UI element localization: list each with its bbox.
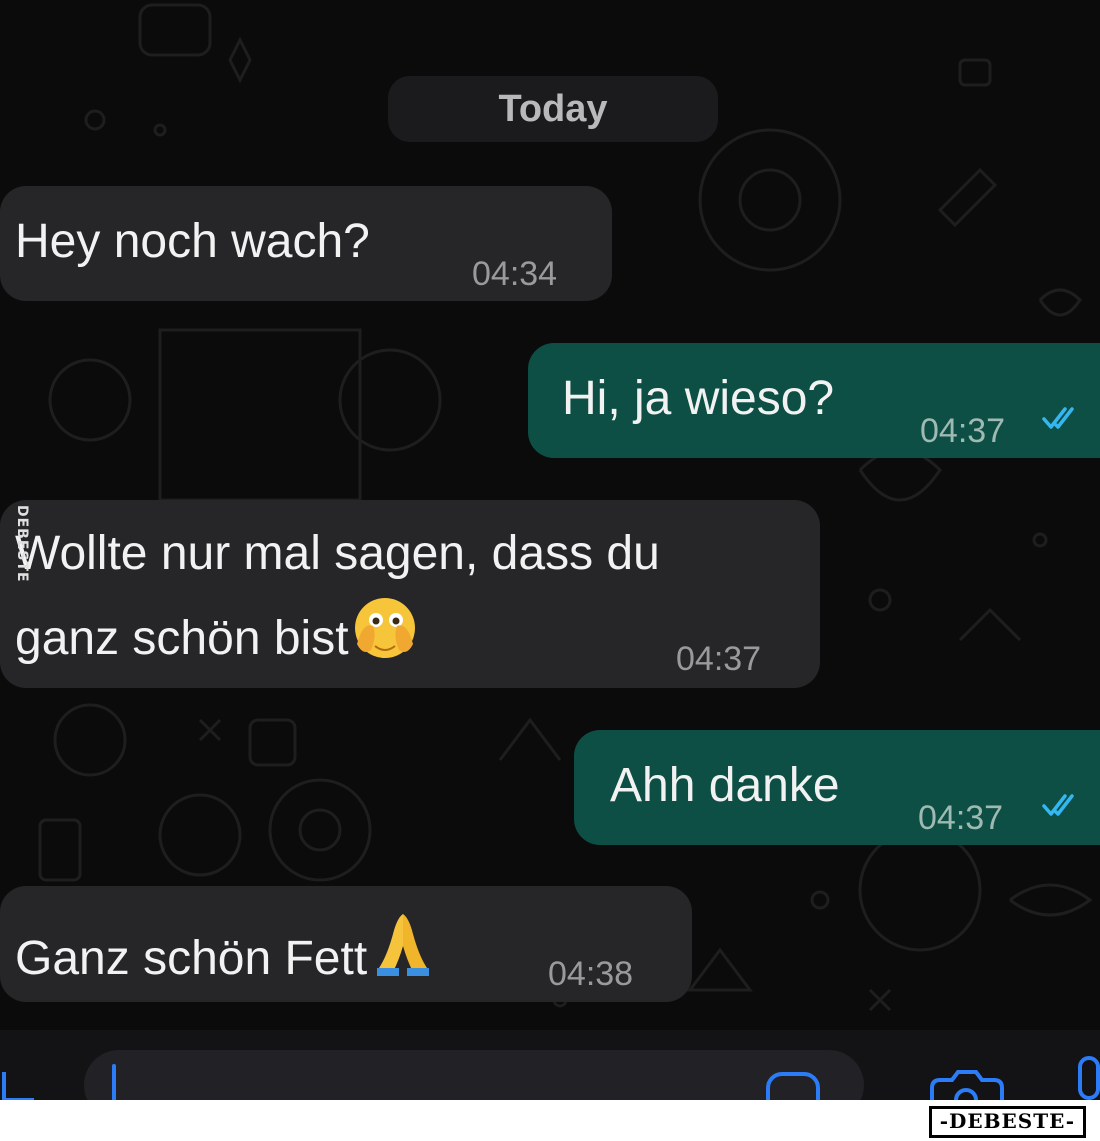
message-text: Hi, ja wieso? xyxy=(562,372,835,425)
face-hand-over-mouth-emoji xyxy=(354,598,415,658)
debeste-watermark: -DEBESTE- xyxy=(928,1106,1086,1138)
footer-bar: -DEBESTE- xyxy=(0,1100,1100,1141)
message-composer xyxy=(0,1030,1100,1120)
message-text-line1: Wollte nur mal sagen, dass du xyxy=(15,527,660,580)
message-bubble-outgoing[interactable]: Hi, ja wieso? 04:37 xyxy=(528,343,1100,458)
message-bubble-incoming[interactable]: Wollte nur mal sagen, dass du ganz schön… xyxy=(0,500,820,688)
date-separator: Today xyxy=(388,76,718,142)
message-text-line2: ganz schön bist xyxy=(15,594,421,671)
folded-hands-emoji xyxy=(377,914,430,976)
message-text-label: Ganz schön Fett xyxy=(15,932,368,985)
double-check-icon xyxy=(1042,407,1074,429)
message-text: Ganz schön Fett xyxy=(15,910,439,991)
message-time: 04:37 xyxy=(920,412,1006,450)
text-caret xyxy=(112,1064,116,1104)
message-time: 04:37 xyxy=(676,640,762,678)
plus-icon[interactable] xyxy=(0,1064,40,1104)
message-bubble-incoming[interactable]: Hey noch wach? 04:34 xyxy=(0,186,612,301)
message-text: Ahh danke xyxy=(610,759,840,812)
message-time: 04:34 xyxy=(472,255,558,293)
double-check-icon xyxy=(1042,794,1074,816)
microphone-icon[interactable] xyxy=(1074,1054,1100,1104)
message-text-line2-label: ganz schön bist xyxy=(15,612,349,665)
date-separator-label: Today xyxy=(498,87,608,130)
message-time: 04:38 xyxy=(548,955,634,993)
message-bubble-outgoing[interactable]: Ahh danke 04:37 xyxy=(574,730,1100,845)
message-text: Hey noch wach? xyxy=(15,215,370,268)
message-time: 04:37 xyxy=(918,799,1004,837)
message-bubble-incoming[interactable]: Ganz schön Fett 04:38 xyxy=(0,886,692,1002)
side-watermark: DEBESTE xyxy=(14,505,30,583)
